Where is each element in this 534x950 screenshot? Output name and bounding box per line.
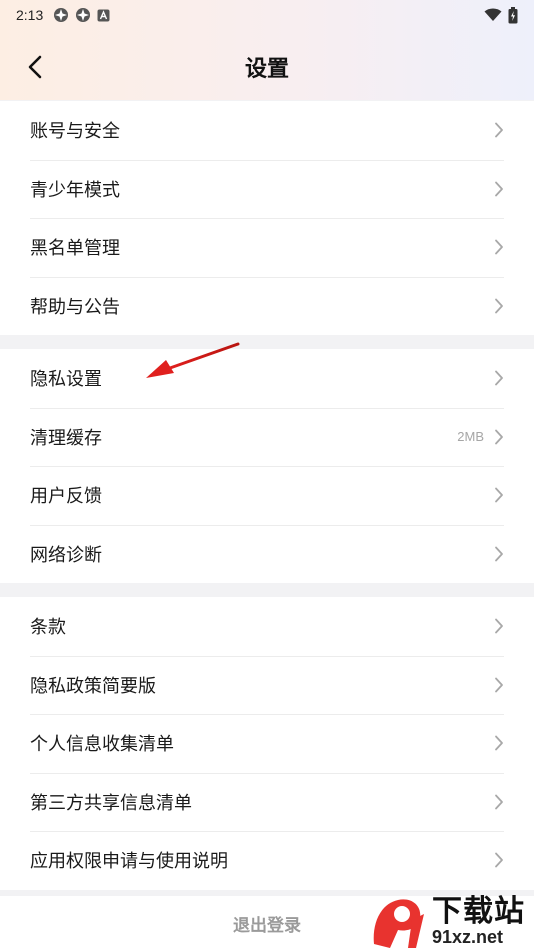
settings-item-personal-info-list[interactable]: 个人信息收集清单 xyxy=(0,714,534,773)
logout-label: 退出登录 xyxy=(233,915,301,936)
settings-group-legal: 条款 隐私政策简要版 个人信息收集清单 第三方共享信息清单 应用权限申请与使用说… xyxy=(0,597,534,890)
settings-item-privacy-policy-summary[interactable]: 隐私政策简要版 xyxy=(0,655,534,715)
settings-group-general: 隐私设置 清理缓存 2MB 用户反馈 网络诊断 xyxy=(0,349,534,583)
settings-item-label: 黑名单管理 xyxy=(30,238,120,260)
settings-item-terms[interactable]: 条款 xyxy=(0,597,534,656)
app-icon xyxy=(54,8,69,22)
chevron-right-icon xyxy=(495,370,503,386)
chevron-right-icon xyxy=(495,546,503,562)
settings-item-label: 第三方共享信息清单 xyxy=(30,792,192,814)
page-title: 设置 xyxy=(244,57,289,82)
chevron-right-icon xyxy=(495,239,503,255)
settings-item-teen-mode[interactable]: 青少年模式 xyxy=(0,159,534,219)
settings-group-account: 账号与安全 青少年模式 黑名单管理 帮助与公告 xyxy=(0,101,534,335)
settings-item-label: 用户反馈 xyxy=(30,486,102,508)
chevron-right-icon xyxy=(495,181,503,197)
settings-item-label: 账号与安全 xyxy=(30,121,120,143)
chevron-right-icon xyxy=(495,794,503,810)
chevron-right-icon xyxy=(495,852,503,868)
settings-item-label: 应用权限申请与使用说明 xyxy=(30,851,228,873)
settings-item-app-permissions[interactable]: 应用权限申请与使用说明 xyxy=(0,831,534,890)
status-icons-right xyxy=(484,6,518,24)
chevron-right-icon xyxy=(495,735,503,751)
settings-item-label: 个人信息收集清单 xyxy=(30,734,174,756)
watermark-subtitle: 91xz.net xyxy=(432,926,504,947)
settings-item-label: 网络诊断 xyxy=(30,544,102,566)
settings-item-clear-cache[interactable]: 清理缓存 2MB xyxy=(0,407,534,467)
navigation-bar: 设置 xyxy=(0,36,534,98)
chevron-right-icon xyxy=(495,487,503,503)
chevron-right-icon xyxy=(495,618,503,634)
settings-item-user-feedback[interactable]: 用户反馈 xyxy=(0,466,534,525)
status-time: 2:13 xyxy=(16,7,44,23)
chevron-left-icon xyxy=(28,55,42,79)
watermark-title: 下载站 xyxy=(432,893,525,929)
settings-item-label: 隐私设置 xyxy=(30,369,102,391)
status-bar: 2:13 xyxy=(0,0,534,30)
cache-size-value: 2MB xyxy=(457,429,484,445)
settings-item-privacy-settings[interactable]: 隐私设置 xyxy=(0,349,534,408)
wifi-icon xyxy=(484,8,502,21)
settings-item-third-party-sharing-list[interactable]: 第三方共享信息清单 xyxy=(0,772,534,832)
watermark-logo-icon xyxy=(373,898,424,948)
chevron-right-icon xyxy=(495,122,503,138)
settings-item-label: 帮助与公告 xyxy=(30,296,120,318)
settings-item-account-security[interactable]: 账号与安全 xyxy=(0,101,534,160)
status-icons-left xyxy=(53,7,110,23)
battery-icon xyxy=(508,6,518,23)
chevron-right-icon xyxy=(495,298,503,314)
settings-item-label: 条款 xyxy=(30,617,66,639)
chevron-right-icon xyxy=(495,677,503,693)
notification-icon xyxy=(97,9,110,21)
settings-item-label: 清理缓存 xyxy=(30,427,102,449)
settings-item-help-announcements[interactable]: 帮助与公告 xyxy=(0,276,534,336)
settings-item-label: 青少年模式 xyxy=(30,179,120,201)
watermark: 下载站 91xz.net xyxy=(368,893,534,950)
settings-item-label: 隐私政策简要版 xyxy=(30,675,156,697)
settings-item-network-diagnosis[interactable]: 网络诊断 xyxy=(0,524,534,584)
chevron-right-icon xyxy=(495,429,503,445)
back-button[interactable] xyxy=(20,52,50,82)
settings-item-blacklist[interactable]: 黑名单管理 xyxy=(0,218,534,277)
app-icon xyxy=(76,8,91,22)
